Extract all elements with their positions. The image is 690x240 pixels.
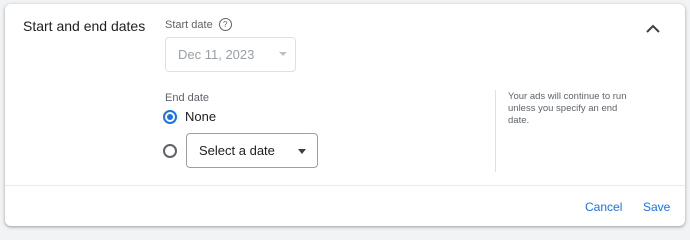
end-date-select-placeholder: Select a date bbox=[199, 143, 275, 158]
radio-none[interactable] bbox=[163, 109, 177, 124]
start-date-value: Dec 11, 2023 bbox=[178, 47, 255, 62]
start-date-label-row: Start date ? bbox=[165, 18, 232, 31]
start-date-select: Dec 11, 2023 bbox=[165, 37, 296, 72]
footer-divider bbox=[5, 185, 685, 186]
start-date-label: Start date bbox=[165, 18, 213, 31]
end-date-label: End date bbox=[165, 92, 210, 104]
radio-none-label[interactable]: None bbox=[185, 109, 216, 124]
radio-select-date[interactable] bbox=[163, 143, 177, 158]
save-button[interactable]: Save bbox=[643, 200, 670, 214]
end-date-select-option[interactable]: Select a date bbox=[163, 133, 318, 168]
section-title: Start and end dates bbox=[23, 18, 146, 34]
help-circle-icon[interactable]: ? bbox=[218, 18, 232, 31]
dropdown-arrow-icon bbox=[279, 52, 287, 56]
start-end-dates-card: Start and end dates Start date ? Dec 11,… bbox=[5, 4, 685, 226]
end-date-helper-text: Your ads will continue to run unless you… bbox=[508, 91, 627, 126]
collapse-button[interactable] bbox=[641, 16, 665, 40]
chevron-up-icon bbox=[646, 24, 660, 33]
vertical-divider bbox=[495, 90, 496, 172]
end-date-select[interactable]: Select a date bbox=[186, 133, 318, 168]
dropdown-arrow-icon bbox=[298, 149, 306, 154]
cancel-button[interactable]: Cancel bbox=[585, 200, 622, 214]
end-date-none-option[interactable]: None bbox=[163, 109, 216, 124]
